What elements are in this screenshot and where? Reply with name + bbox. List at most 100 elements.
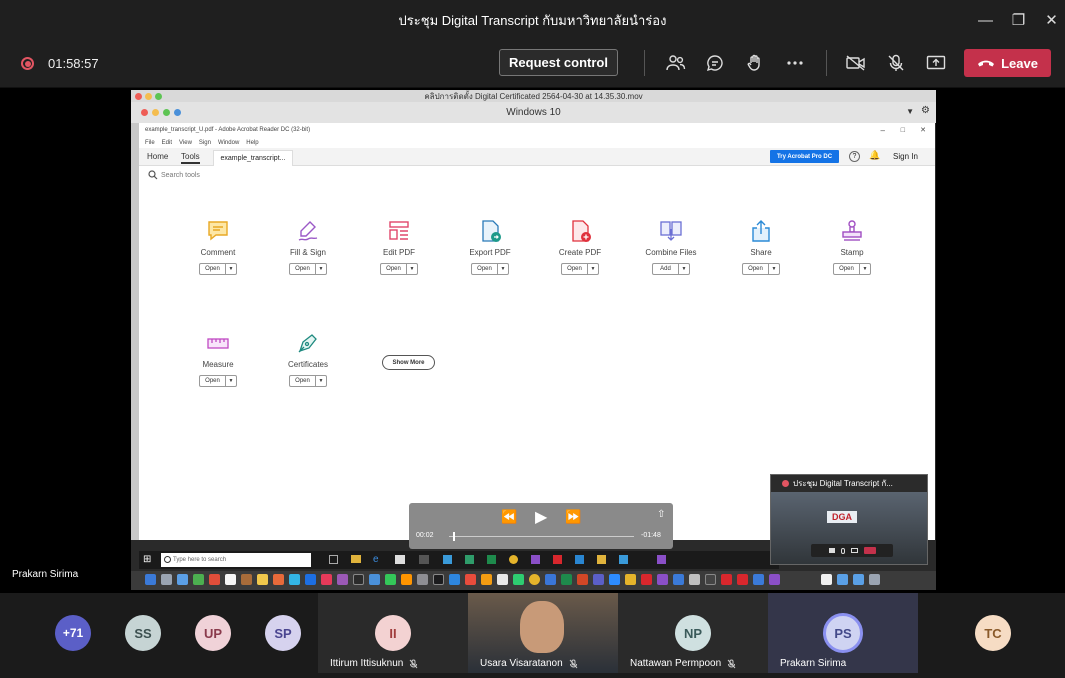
window-title-bar: ประชุม Digital Transcript กับมหาวิทยาลัย… — [0, 0, 1065, 40]
tool-certificates: Certificates Open ▼ — [273, 331, 343, 387]
share-video-icon[interactable]: ⇧ — [657, 509, 665, 520]
app-store-icon — [305, 574, 316, 585]
excel-icon — [487, 555, 496, 564]
app-icon — [753, 574, 764, 585]
menu-edit: Edit — [161, 139, 173, 146]
mini-recording-icon — [782, 480, 789, 487]
terminal-icon — [433, 574, 444, 585]
tool-open-button: Open ▼ — [289, 375, 327, 387]
close-icon[interactable]: ✕ — [1035, 0, 1065, 40]
participant-tile: II Ittirum Ittisuknun — [318, 593, 468, 673]
tab-document: example_transcript... — [213, 150, 293, 166]
video-progress-knob[interactable] — [452, 532, 455, 541]
tool-open-button: Open ▼ — [561, 263, 599, 275]
tool-export-pdf: Export PDF Open ▼ — [455, 219, 525, 275]
tool-open-button: Open ▼ — [199, 263, 237, 275]
participant-name: Prakarn Sirima — [780, 658, 847, 669]
mini-mic-icon — [840, 547, 845, 554]
tool-stamp: Stamp Open ▼ — [817, 219, 887, 275]
app-icon — [597, 555, 606, 564]
teams-meeting-window: { "window": {"title": "ประชุม Digital Tr… — [0, 0, 1065, 678]
tool-open-button: Open ▼ — [199, 375, 237, 387]
edit-pdf-icon — [389, 221, 409, 240]
play-icon[interactable]: ▶ — [535, 507, 547, 527]
video-progress-track[interactable] — [449, 532, 634, 541]
participant-avatar: PS — [823, 613, 863, 653]
muted-mic-icon — [409, 659, 418, 668]
participant-name: Ittirum Ittisuknun — [330, 658, 404, 669]
launchpad-icon — [161, 574, 172, 585]
safari-icon — [177, 574, 188, 585]
mac-window-title: คลิปการติดตั้ง Digital Certificated 2564… — [424, 91, 643, 101]
muted-mic-icon — [569, 659, 578, 668]
more-participants-avatar[interactable]: +71 — [55, 615, 91, 651]
restore-icon[interactable]: ❐ — [1002, 0, 1035, 40]
mini-window-title: ประชุม Digital Transcript กั... — [793, 479, 893, 488]
tool-label: Comment — [200, 248, 236, 257]
tool-open-button: Open ▼ — [471, 263, 509, 275]
app-icon — [443, 555, 452, 564]
stamp-icon — [842, 220, 862, 241]
vm-extra-icon — [174, 109, 181, 116]
video-remaining-time: -01:48 — [641, 532, 661, 539]
participant-avatar: SP — [265, 615, 301, 651]
camera-off-icon[interactable] — [841, 49, 871, 77]
tool-label: Share — [750, 248, 772, 257]
podcasts-icon — [337, 574, 348, 585]
participant-avatar: UP — [195, 615, 231, 651]
tool-open-button: Open ▼ — [833, 263, 871, 275]
rewind-icon[interactable]: ⏪ — [501, 509, 517, 525]
mini-hang-up-icon — [863, 547, 876, 554]
app-icon — [575, 555, 584, 564]
vm-settings-icon: ⚙ — [921, 105, 930, 116]
mac-player-title-bar: คลิปการติดตั้ง Digital Certificated 2564… — [131, 90, 936, 102]
tool-comment: Comment Open ▼ — [183, 219, 253, 275]
visual-studio-icon — [769, 574, 780, 585]
mac-dock — [131, 571, 936, 590]
more-options-icon[interactable] — [780, 49, 810, 77]
app-icon — [465, 555, 474, 564]
tool-edit-pdf: Edit PDF Open ▼ — [364, 219, 434, 275]
presenter-name: Prakarn Sirima — [12, 569, 79, 580]
notes-icon — [257, 574, 268, 585]
raise-hand-icon[interactable] — [740, 49, 770, 77]
minimize-icon[interactable]: — — [969, 0, 1002, 40]
comment-icon — [208, 221, 228, 241]
menu-view: View — [179, 139, 192, 146]
meeting-stage: คลิปการติดตั้ง Digital Certificated 2564… — [0, 88, 1065, 593]
share-screen-icon[interactable] — [921, 49, 951, 77]
request-control-button[interactable]: Request control — [499, 49, 618, 76]
excel-icon — [561, 574, 572, 585]
taskbar-search-placeholder: Type here to search — [173, 557, 227, 563]
participant-name-label: Usara Visaratanon — [480, 658, 578, 669]
mini-camera-icon — [828, 548, 835, 553]
document-icon — [821, 574, 832, 585]
tool-open-button: Open ▼ — [380, 263, 418, 275]
search-tools-input: Search tools — [161, 171, 200, 179]
try-acrobat-pro-button: Try Acrobat Pro DC — [770, 150, 839, 163]
visual-studio-icon — [657, 555, 666, 564]
notification-bell-icon: 🔔 — [869, 150, 881, 160]
app-icon — [619, 555, 628, 564]
app-icon — [625, 574, 636, 585]
music-icon — [321, 574, 332, 585]
tool-open-button: Open ▼ — [742, 263, 780, 275]
leave-label: Leave — [1001, 55, 1038, 71]
chrome-icon — [509, 555, 518, 564]
microphone-off-icon[interactable] — [881, 49, 911, 77]
leave-button[interactable]: Leave — [964, 49, 1051, 77]
participants-icon[interactable] — [661, 49, 691, 77]
acrobat-title: example_transcript_U.pdf - Adobe Acrobat… — [145, 127, 311, 133]
share-icon — [752, 220, 770, 242]
toolbar-divider — [826, 50, 827, 76]
finder-icon — [145, 574, 156, 585]
tool-label: Stamp — [840, 248, 864, 257]
mac-zoom-icon — [155, 93, 162, 100]
participant-avatar: II — [375, 615, 411, 651]
menu-sign: Sign — [198, 139, 211, 146]
participant-gallery: +71 SS UP SP II Ittirum Ittisuknun Usara… — [0, 593, 1065, 678]
fast-forward-icon[interactable]: ⏩ — [565, 509, 581, 525]
mac-minimize-icon — [145, 93, 152, 100]
chat-icon[interactable] — [700, 49, 730, 77]
tool-fill-sign: Fill & Sign Open ▼ — [273, 219, 343, 275]
